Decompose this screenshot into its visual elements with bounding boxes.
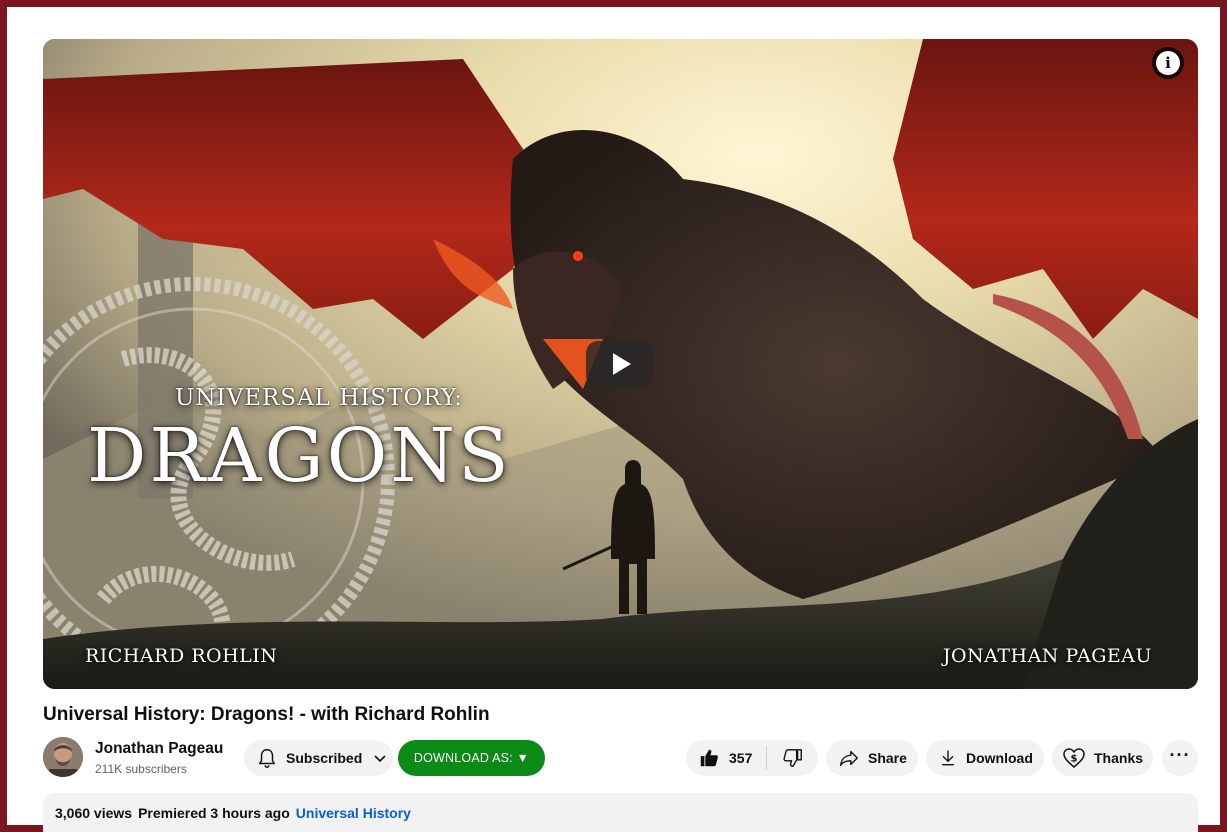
thumbnail-title: DRAGONS	[87, 413, 512, 499]
svg-text:$: $	[1071, 754, 1078, 765]
premiere-date: Premiered 3 hours ago	[138, 805, 290, 821]
share-button[interactable]: Share	[826, 740, 918, 776]
download-as-button[interactable]: DOWNLOAD AS: ▼	[398, 740, 545, 776]
thumbnail-host-name: JONATHAN PAGEAU	[942, 645, 1152, 667]
subscribed-button[interactable]: Subscribed	[244, 740, 393, 776]
thumbs-down-icon	[782, 747, 804, 769]
thumbs-up-icon	[698, 747, 720, 769]
thanks-button[interactable]: $ Thanks	[1052, 740, 1153, 776]
like-button[interactable]: 357	[686, 740, 766, 776]
like-count: 357	[729, 750, 753, 766]
thumbnail-guest-name: RICHARD ROHLIN	[85, 645, 278, 667]
subscriber-count: 211K subscribers	[95, 762, 187, 776]
thanks-icon: $	[1062, 746, 1086, 770]
info-icon[interactable]: i	[1156, 51, 1180, 75]
bell-icon	[256, 747, 278, 769]
video-title: Universal History: Dragons! - with Richa…	[43, 704, 490, 725]
download-button[interactable]: Download	[926, 740, 1044, 776]
video-player[interactable]: i UNIVERSAL HISTORY: DRAGONS RICHARD ROH…	[43, 39, 1198, 689]
chevron-down-icon	[372, 750, 388, 766]
hashtag-link[interactable]: Universal History	[296, 805, 411, 821]
more-actions-button[interactable]: ···	[1162, 740, 1198, 776]
play-icon[interactable]	[586, 341, 654, 387]
download-label: Download	[966, 750, 1033, 766]
view-count: 3,060 views	[55, 805, 133, 821]
subscribed-label: Subscribed	[286, 750, 363, 766]
avatar[interactable]	[43, 737, 83, 777]
share-label: Share	[868, 750, 907, 766]
download-icon	[938, 748, 958, 768]
thumbnail-subtitle: UNIVERSAL HISTORY:	[175, 385, 464, 411]
like-dislike-bar: 357	[686, 740, 818, 776]
share-icon	[838, 747, 860, 769]
description-box[interactable]: 3,060 views Premiered 3 hours ago Universa…	[43, 793, 1198, 832]
more-icon: ···	[1169, 745, 1191, 765]
channel-name[interactable]: Jonathan Pageau	[95, 740, 223, 758]
thanks-label: Thanks	[1094, 750, 1144, 766]
dislike-button[interactable]	[767, 740, 818, 776]
